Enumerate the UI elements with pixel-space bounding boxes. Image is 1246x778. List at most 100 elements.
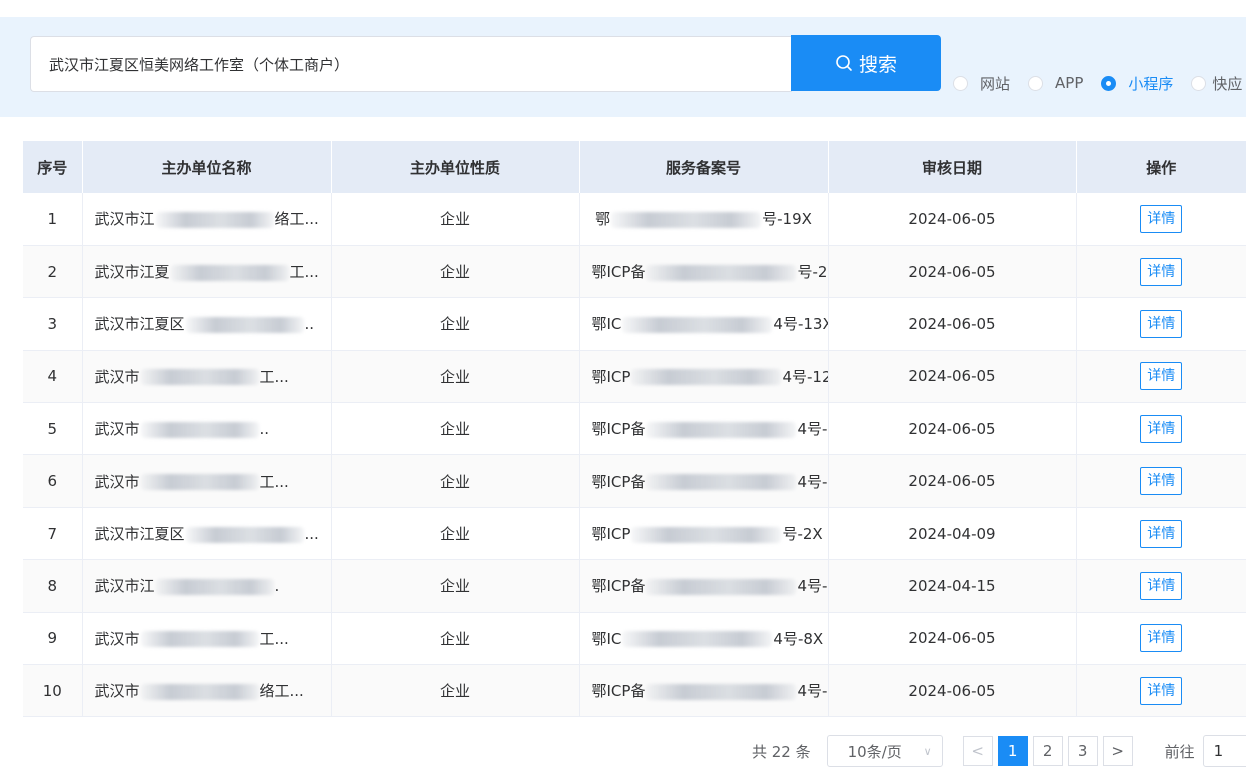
cell-action: 详情 bbox=[1076, 612, 1246, 666]
unit-name-prefix: 武汉市江夏 bbox=[94, 263, 170, 282]
radio-dot[interactable] bbox=[1101, 75, 1117, 91]
cell-review-date: 2024-04-09 bbox=[828, 507, 1077, 561]
unit-name-prefix: 武汉市江夏区 bbox=[94, 525, 185, 544]
page-size-select[interactable]: 10条/页 ∨ bbox=[826, 735, 943, 767]
unit-name-suffix: 络工... bbox=[259, 682, 304, 701]
unit-name-prefix: 武汉市江 bbox=[94, 577, 155, 596]
unit-name-suffix: 工... bbox=[259, 472, 289, 491]
record-suffix: 号-2X bbox=[782, 525, 823, 544]
goto-page-input[interactable] bbox=[1202, 735, 1246, 767]
radio-dot[interactable] bbox=[1028, 75, 1044, 91]
radio-app[interactable]: APP bbox=[1028, 74, 1083, 92]
details-button[interactable]: 详情 bbox=[1140, 362, 1183, 391]
redaction-blur bbox=[140, 631, 259, 648]
cell-index: 10 bbox=[23, 664, 83, 718]
redaction-blur bbox=[646, 264, 797, 281]
search-button-label: 搜索 bbox=[858, 53, 897, 76]
next-page-button[interactable]: > bbox=[1102, 736, 1133, 766]
redaction-blur bbox=[170, 264, 289, 281]
details-button[interactable]: 详情 bbox=[1140, 624, 1183, 653]
redaction-blur bbox=[646, 474, 797, 491]
details-button[interactable]: 详情 bbox=[1140, 204, 1183, 233]
cell-index: 9 bbox=[23, 612, 83, 666]
redaction-blur bbox=[631, 526, 782, 543]
search-icon bbox=[836, 55, 852, 71]
cell-review-date: 2024-06-05 bbox=[828, 245, 1077, 299]
cell-index: 5 bbox=[23, 402, 83, 456]
details-button[interactable]: 详情 bbox=[1140, 467, 1183, 496]
radio-label: 网站 bbox=[980, 74, 1011, 93]
pagination: 共 22 条 10条/页 ∨ < 123 > 前往 bbox=[752, 735, 1246, 767]
record-suffix: 4号-13X bbox=[773, 315, 828, 334]
record-prefix: 鄂IC bbox=[591, 315, 622, 334]
cell-index: 8 bbox=[23, 559, 83, 613]
cell-unit-name: 武汉市 工... bbox=[82, 454, 332, 508]
cell-action: 详情 bbox=[1076, 350, 1246, 404]
redaction-blur bbox=[155, 578, 274, 595]
column-header-date: 审核日期 bbox=[828, 141, 1077, 193]
prev-page-button[interactable]: < bbox=[962, 736, 993, 766]
details-button[interactable]: 详情 bbox=[1140, 309, 1183, 338]
radio-miniprogram[interactable]: 小程序 bbox=[1101, 73, 1173, 94]
page-number-button[interactable]: 1 bbox=[997, 736, 1028, 766]
unit-name-suffix: 工... bbox=[259, 629, 289, 648]
unit-name-suffix: 络工... bbox=[274, 210, 319, 229]
unit-name-suffix: .. bbox=[259, 420, 270, 439]
cell-action: 详情 bbox=[1076, 402, 1246, 456]
chevron-down-icon: ∨ bbox=[923, 744, 932, 758]
table-row: 5武汉市..企业鄂ICP备4号-16X2024-06-05详情 bbox=[23, 402, 1246, 456]
cell-record-number: 鄂 号-19X bbox=[579, 193, 829, 246]
goto-label: 前往 bbox=[1164, 742, 1195, 761]
radio-dot[interactable] bbox=[953, 75, 968, 91]
cell-review-date: 2024-06-05 bbox=[828, 350, 1077, 404]
cell-index: 3 bbox=[23, 297, 83, 351]
radio-dot[interactable] bbox=[1191, 75, 1207, 91]
redaction-blur bbox=[622, 631, 773, 648]
redaction-blur bbox=[140, 474, 259, 491]
search-input[interactable] bbox=[30, 36, 792, 92]
details-button[interactable]: 详情 bbox=[1140, 519, 1183, 548]
radio-quickapp[interactable]: 快应 bbox=[1191, 73, 1242, 94]
unit-name-prefix: 武汉市 bbox=[94, 420, 140, 439]
redaction-blur bbox=[646, 683, 797, 700]
cell-record-number: 鄂IC 4号-13X bbox=[579, 297, 829, 351]
details-button[interactable]: 详情 bbox=[1140, 571, 1183, 600]
cell-index: 6 bbox=[23, 454, 83, 508]
table-row: 10 武汉市 络工... 企业鄂ICP备 4号-22X2024-06-05 详情 bbox=[23, 664, 1246, 718]
page-numbers: 123 bbox=[997, 736, 1103, 766]
unit-name-prefix: 武汉市 bbox=[94, 472, 140, 491]
redaction-blur bbox=[622, 316, 773, 333]
table-row: 8武汉市江.企业鄂ICP备4号-5X2024-04-15详情 bbox=[23, 559, 1246, 613]
cell-unit-nature: 企业 bbox=[331, 350, 580, 404]
redaction-blur bbox=[155, 211, 274, 228]
record-suffix: 4号-12X bbox=[782, 367, 827, 386]
page-number-button[interactable]: 3 bbox=[1067, 736, 1098, 766]
cell-unit-nature: 企业 bbox=[331, 507, 580, 561]
column-header-nature: 主办单位性质 bbox=[331, 141, 580, 193]
cell-unit-name: 武汉市江夏区.. bbox=[82, 297, 332, 351]
column-header-record: 服务备案号 bbox=[579, 141, 829, 193]
search-button[interactable]: 搜索 bbox=[791, 35, 941, 91]
unit-name-prefix: 武汉市 bbox=[94, 367, 140, 386]
cell-index: 7 bbox=[23, 507, 83, 561]
cell-index: 2 bbox=[23, 245, 83, 299]
redaction-blur bbox=[185, 526, 304, 543]
details-button[interactable]: 详情 bbox=[1140, 676, 1183, 705]
page-number-button[interactable]: 2 bbox=[1032, 736, 1063, 766]
cell-index: 1 bbox=[23, 193, 83, 246]
cell-unit-name: 武汉市江夏区... bbox=[82, 507, 332, 561]
table-row: 3 武汉市江夏区.. 企业 鄂IC 4号-13X 2024-06-05 详情 bbox=[23, 297, 1246, 351]
cell-unit-name: 武汉市 络工... bbox=[82, 664, 332, 718]
details-button[interactable]: 详情 bbox=[1140, 414, 1183, 443]
details-button[interactable]: 详情 bbox=[1140, 257, 1183, 286]
record-prefix: 鄂ICP备 bbox=[591, 577, 646, 596]
cell-action: 详情 bbox=[1076, 193, 1246, 246]
unit-name-suffix: 工... bbox=[289, 263, 319, 282]
redaction-blur bbox=[611, 211, 762, 228]
radio-website[interactable]: 网站 bbox=[953, 73, 1010, 94]
results-table: 序号 主办单位名称 主办单位性质 服务备案号 审核日期 操作 1 武汉市江 络工..… bbox=[23, 141, 1246, 718]
cell-record-number: 鄂ICP 号-2X bbox=[579, 507, 829, 561]
cell-unit-nature: 企业 bbox=[331, 559, 580, 613]
cell-review-date: 2024-06-05 bbox=[828, 612, 1077, 666]
record-suffix: 号-19X bbox=[762, 210, 812, 229]
